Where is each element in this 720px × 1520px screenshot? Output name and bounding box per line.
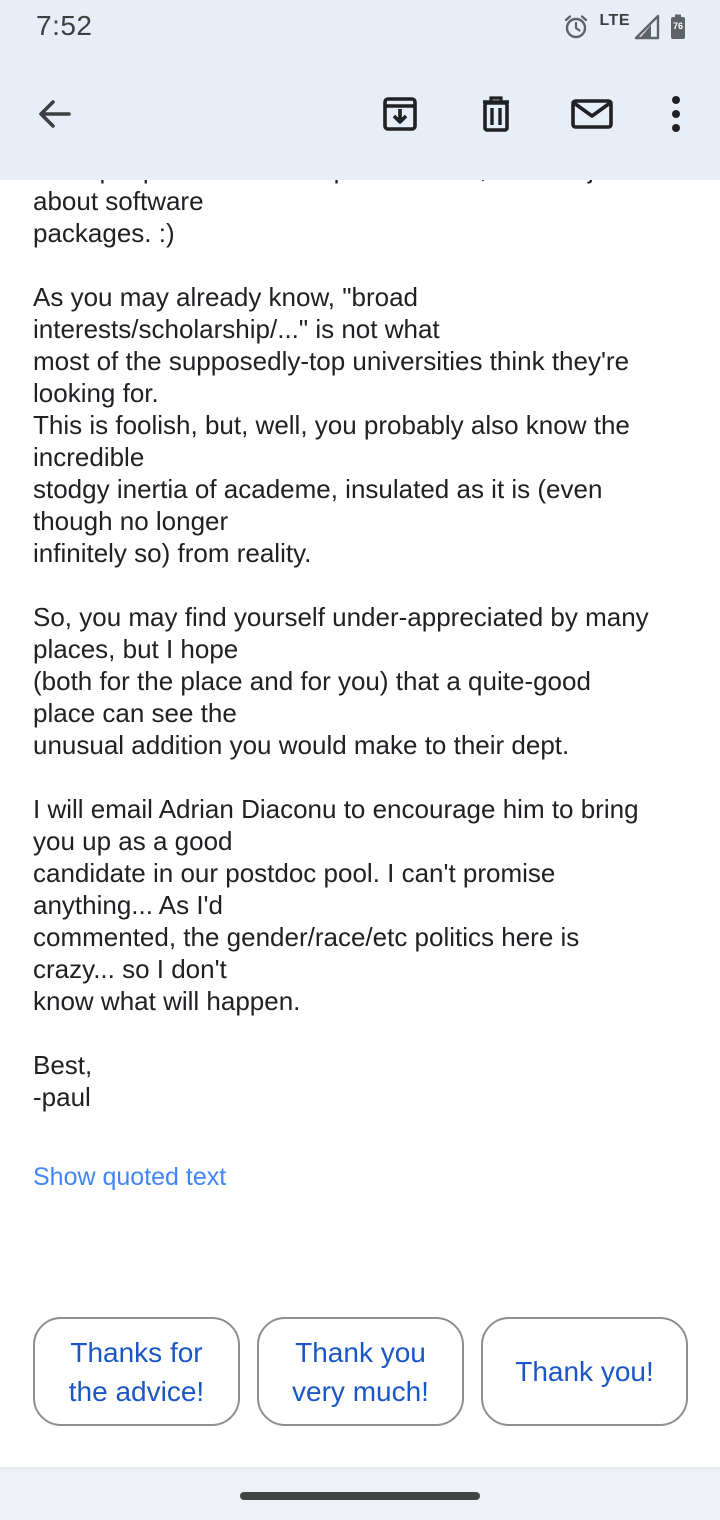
email-body-line: incredible — [33, 442, 145, 472]
email-body-line: most of the supposedly-top universities … — [33, 346, 630, 376]
battery-icon: 76 — [670, 14, 686, 40]
email-body-line: infinitely so) from reality. — [33, 538, 312, 568]
email-body-line: (both for the place and for you) that a … — [33, 666, 591, 696]
email-body-line: place can see the — [33, 698, 237, 728]
smart-reply-thank-you[interactable]: Thank you! — [481, 1317, 688, 1426]
archive-icon — [380, 94, 420, 139]
archive-button[interactable] — [370, 86, 430, 146]
email-body-line: As you may already know, "broad — [33, 282, 418, 312]
network-type-label: LTE — [599, 12, 630, 29]
back-button[interactable] — [25, 86, 85, 146]
top-app-area: 7:52 LTE 76 — [0, 0, 720, 180]
email-view-screen: more people who are computer-literate, a… — [0, 0, 720, 1520]
email-body-line: though no longer — [33, 506, 229, 536]
email-body-line: about software — [33, 186, 204, 216]
email-body-line: crazy... so I don't — [33, 954, 227, 984]
signal-icon — [634, 14, 660, 40]
show-quoted-text-link[interactable]: Show quoted text — [33, 1163, 226, 1192]
smart-replies: Thanks for the advice! Thank you very mu… — [33, 1317, 688, 1426]
email-body-line: I will email Adrian Diaconu to encourage… — [33, 794, 639, 824]
smart-reply-thanks-for-the-advice[interactable]: Thanks for the advice! — [33, 1317, 240, 1426]
email-body-line: candidate in our postdoc pool. I can't p… — [33, 858, 556, 888]
battery-level: 76 — [672, 21, 683, 31]
email-body-line: looking for. — [33, 378, 159, 408]
more-vert-icon — [666, 94, 686, 139]
email-body-line: Best, — [33, 1050, 93, 1080]
status-time: 7:52 — [36, 10, 93, 41]
mark-unread-button[interactable] — [562, 86, 622, 146]
email-body-line: unusual addition you would make to their… — [33, 730, 570, 760]
email-body-line: anything... As I'd — [33, 890, 223, 920]
mark-unread-icon — [570, 94, 614, 139]
more-options-button[interactable] — [646, 86, 706, 146]
email-body-line: So, you may find yourself under-apprecia… — [33, 602, 649, 632]
email-body: more people who are computer-literate, a… — [33, 153, 693, 1113]
email-body-line: packages. :) — [33, 218, 175, 248]
status-icons: LTE 76 — [563, 10, 686, 44]
delete-button[interactable] — [466, 86, 526, 146]
email-body-line: know what will happen. — [33, 986, 301, 1016]
email-body-line: stodgy inertia of academe, insulated as … — [33, 474, 603, 504]
email-body-line: interests/scholarship/..." is not what — [33, 314, 440, 344]
delete-icon — [476, 94, 516, 139]
email-body-line: This is foolish, but, well, you probably… — [33, 410, 630, 440]
smart-reply-thank-you-very-much[interactable]: Thank you very much! — [257, 1317, 464, 1426]
arrow-back-icon — [35, 94, 75, 139]
email-body-line: you up as a good — [33, 826, 233, 856]
alarm-icon — [563, 14, 589, 40]
email-body-line: commented, the gender/race/etc politics … — [33, 922, 580, 952]
gesture-handle[interactable] — [240, 1492, 480, 1500]
email-body-line: -paul — [33, 1082, 91, 1112]
email-body-container[interactable]: more people who are computer-literate, a… — [0, 145, 720, 1260]
email-body-line: places, but I hope — [33, 634, 239, 664]
